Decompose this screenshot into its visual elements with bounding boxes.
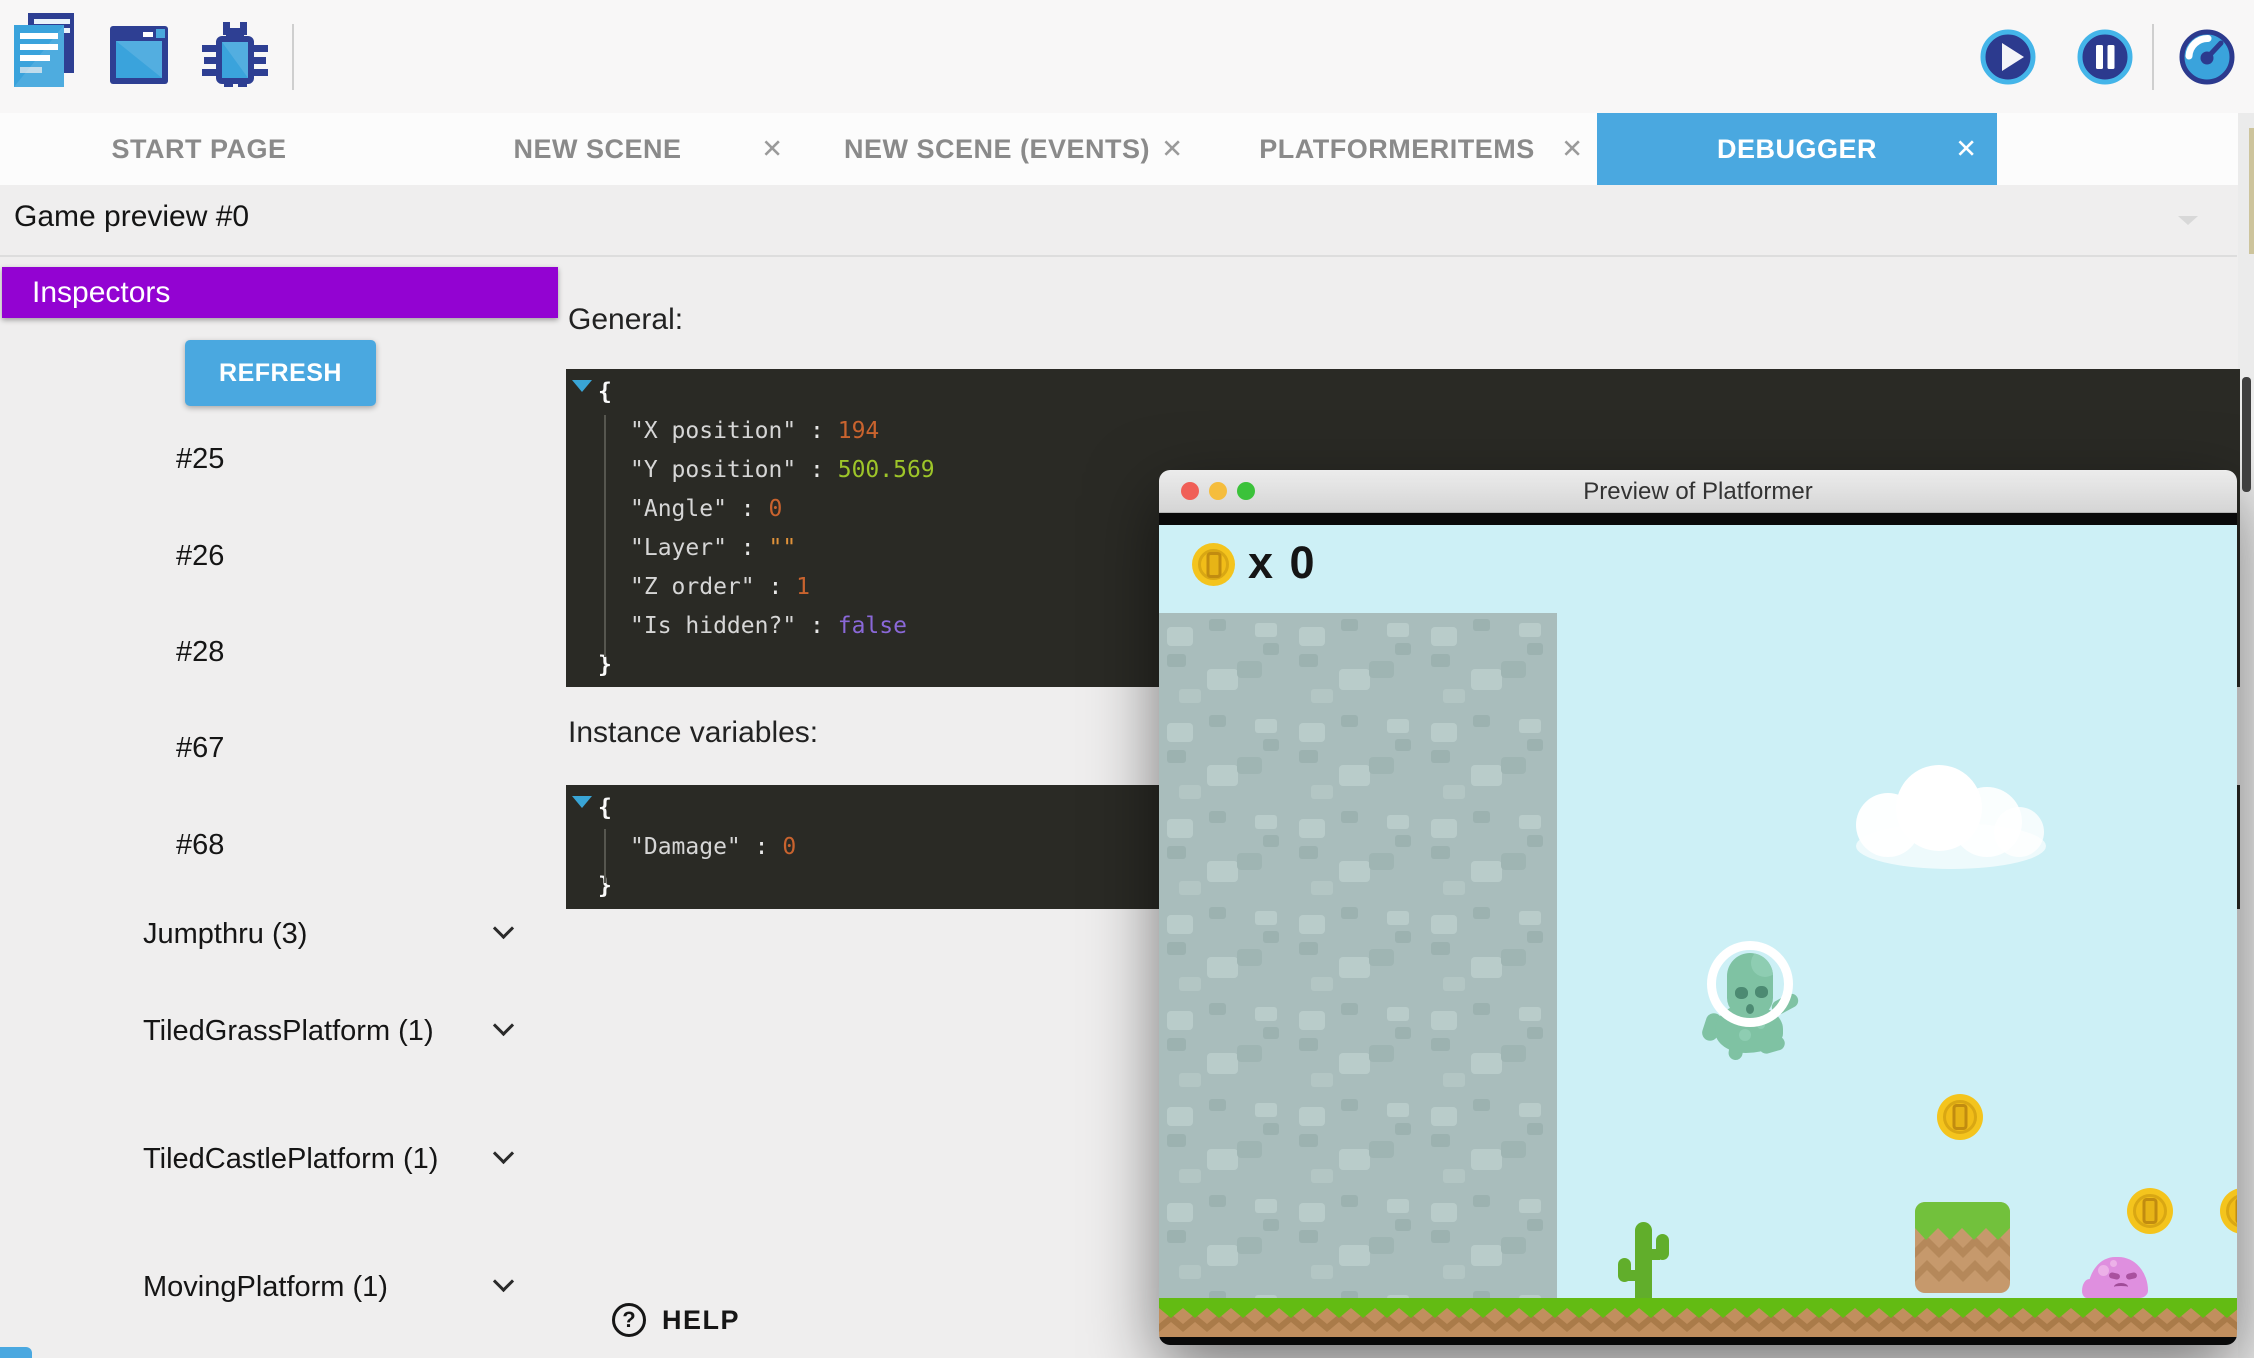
tab-label: DEBUGGER	[1717, 134, 1877, 165]
question-mark-icon[interactable]: ?	[612, 1303, 646, 1337]
tab-bar: START PAGENEW SCENE✕NEW SCENE (EVENTS)✕P…	[0, 113, 2254, 185]
inspector-item-25[interactable]: #25	[143, 442, 523, 476]
inspector-item-label: #68	[143, 828, 476, 862]
castle-wall	[1159, 613, 1557, 1298]
inspector-item-label: #26	[143, 539, 476, 573]
collapse-triangle-icon[interactable]	[572, 380, 592, 392]
debugger-bug-icon[interactable]	[202, 22, 268, 90]
tab-debugger[interactable]: DEBUGGER ✕	[1597, 113, 1997, 185]
gdevelop-debugger-window: START PAGENEW SCENE✕NEW SCENE (EVENTS)✕P…	[0, 0, 2254, 1358]
profiler-gauge-icon[interactable]	[2178, 28, 2236, 86]
help-button[interactable]: HELP	[662, 1303, 740, 1337]
inspector-item-jumpthru-3[interactable]: Jumpthru (3)	[143, 917, 523, 951]
tab-close-icon[interactable]: ✕	[761, 134, 783, 165]
dropdown-caret-icon[interactable]	[2178, 216, 2198, 225]
collapse-triangle-icon[interactable]	[572, 796, 592, 808]
cactus	[1618, 1222, 1668, 1298]
tab-close-icon[interactable]: ✕	[1561, 134, 1583, 165]
alien-player	[1703, 937, 1799, 1061]
background-sliver	[2249, 128, 2254, 254]
chevron-down-icon[interactable]	[495, 1018, 512, 1035]
chevron-down-icon[interactable]	[495, 1274, 512, 1291]
tab-close-icon[interactable]: ✕	[1161, 134, 1183, 165]
pink-slime-enemy	[2082, 1257, 2148, 1298]
scrollbar-thumb[interactable]	[2242, 377, 2251, 492]
inspector-item-68[interactable]: #68	[143, 828, 523, 862]
tab-platformeritems[interactable]: PLATFORMERITEMS ✕	[1197, 113, 1597, 185]
scene-window-icon[interactable]	[110, 26, 168, 84]
inspector-item-label: TiledGrassPlatform (1)	[143, 1014, 443, 1048]
inspector-item-label: TiledCastlePlatform (1)	[143, 1142, 443, 1176]
grass-ground	[1159, 1298, 2237, 1337]
game-canvas[interactable]: x 0	[1159, 525, 2237, 1337]
hud-coin-icon	[1192, 543, 1235, 586]
inspectors-header: Inspectors	[2, 267, 558, 318]
tab-label: PLATFORMERITEMS	[1259, 134, 1534, 165]
inspector-item-label: #67	[143, 731, 476, 765]
toolbar	[0, 0, 2254, 113]
variables-section-title: Instance variables:	[568, 716, 818, 750]
tab-new-scene[interactable]: NEW SCENE ✕	[398, 113, 797, 185]
project-manager-icon[interactable]	[14, 13, 78, 89]
tab-label: NEW SCENE (EVENTS)	[844, 134, 1150, 165]
pause-icon[interactable]	[2076, 28, 2134, 86]
inspector-item-label: #28	[143, 635, 476, 669]
inspector-item-tiledgrassplatform-1[interactable]: TiledGrassPlatform (1)	[143, 1014, 523, 1048]
question-glyph: ?	[622, 1307, 635, 1333]
inspector-item-label: Jumpthru (3)	[143, 917, 443, 951]
window-title: Preview of Platformer	[1159, 470, 2237, 513]
divider	[0, 255, 2237, 257]
tab-label: START PAGE	[111, 134, 286, 165]
clipped-blue-element	[0, 1347, 32, 1358]
tree-guide-line	[604, 829, 606, 883]
toolbar-divider	[292, 24, 294, 90]
inspector-item-label: MovingPlatform (1)	[143, 1270, 443, 1304]
inspector-item-67[interactable]: #67	[143, 731, 523, 765]
inspector-item-28[interactable]: #28	[143, 635, 523, 669]
code-line: {	[598, 373, 2240, 412]
tab-label: NEW SCENE	[513, 134, 681, 165]
chevron-down-icon[interactable]	[495, 921, 512, 938]
inspector-item-movingplatform-1[interactable]: MovingPlatform (1)	[143, 1270, 523, 1304]
coin	[1937, 1094, 1983, 1140]
window-titlebar[interactable]: Preview of Platformer	[1159, 470, 2237, 513]
inspector-item-26[interactable]: #26	[143, 539, 523, 573]
tab-new-scene-events[interactable]: NEW SCENE (EVENTS) ✕	[797, 113, 1197, 185]
cloud	[1856, 765, 2046, 873]
coin-counter: x 0	[1248, 537, 1317, 589]
general-section-title: General:	[568, 303, 683, 337]
tree-guide-line	[604, 415, 606, 657]
inspectors-title: Inspectors	[32, 276, 170, 310]
code-line: "X position" : 194	[598, 412, 2240, 451]
grass-block-platform	[1915, 1202, 2010, 1293]
play-icon[interactable]	[1979, 28, 2037, 86]
right-edge-gutter	[2238, 113, 2254, 1358]
helmet-ring	[1707, 941, 1793, 1027]
preview-selector[interactable]: Game preview #0	[14, 200, 249, 234]
coin	[2127, 1188, 2173, 1234]
chevron-down-icon[interactable]	[495, 1146, 512, 1163]
inspector-item-label: #25	[143, 442, 476, 476]
game-preview-window: Preview of Platformer	[1159, 470, 2237, 1345]
toolbar-divider	[2152, 24, 2154, 90]
inspector-item-tiledcastleplatform-1[interactable]: TiledCastlePlatform (1)	[143, 1142, 523, 1176]
tab-start-page[interactable]: START PAGE	[0, 113, 398, 185]
refresh-button[interactable]: REFRESH	[185, 340, 376, 406]
coin	[2220, 1188, 2237, 1234]
tab-close-icon[interactable]: ✕	[1955, 134, 1977, 165]
